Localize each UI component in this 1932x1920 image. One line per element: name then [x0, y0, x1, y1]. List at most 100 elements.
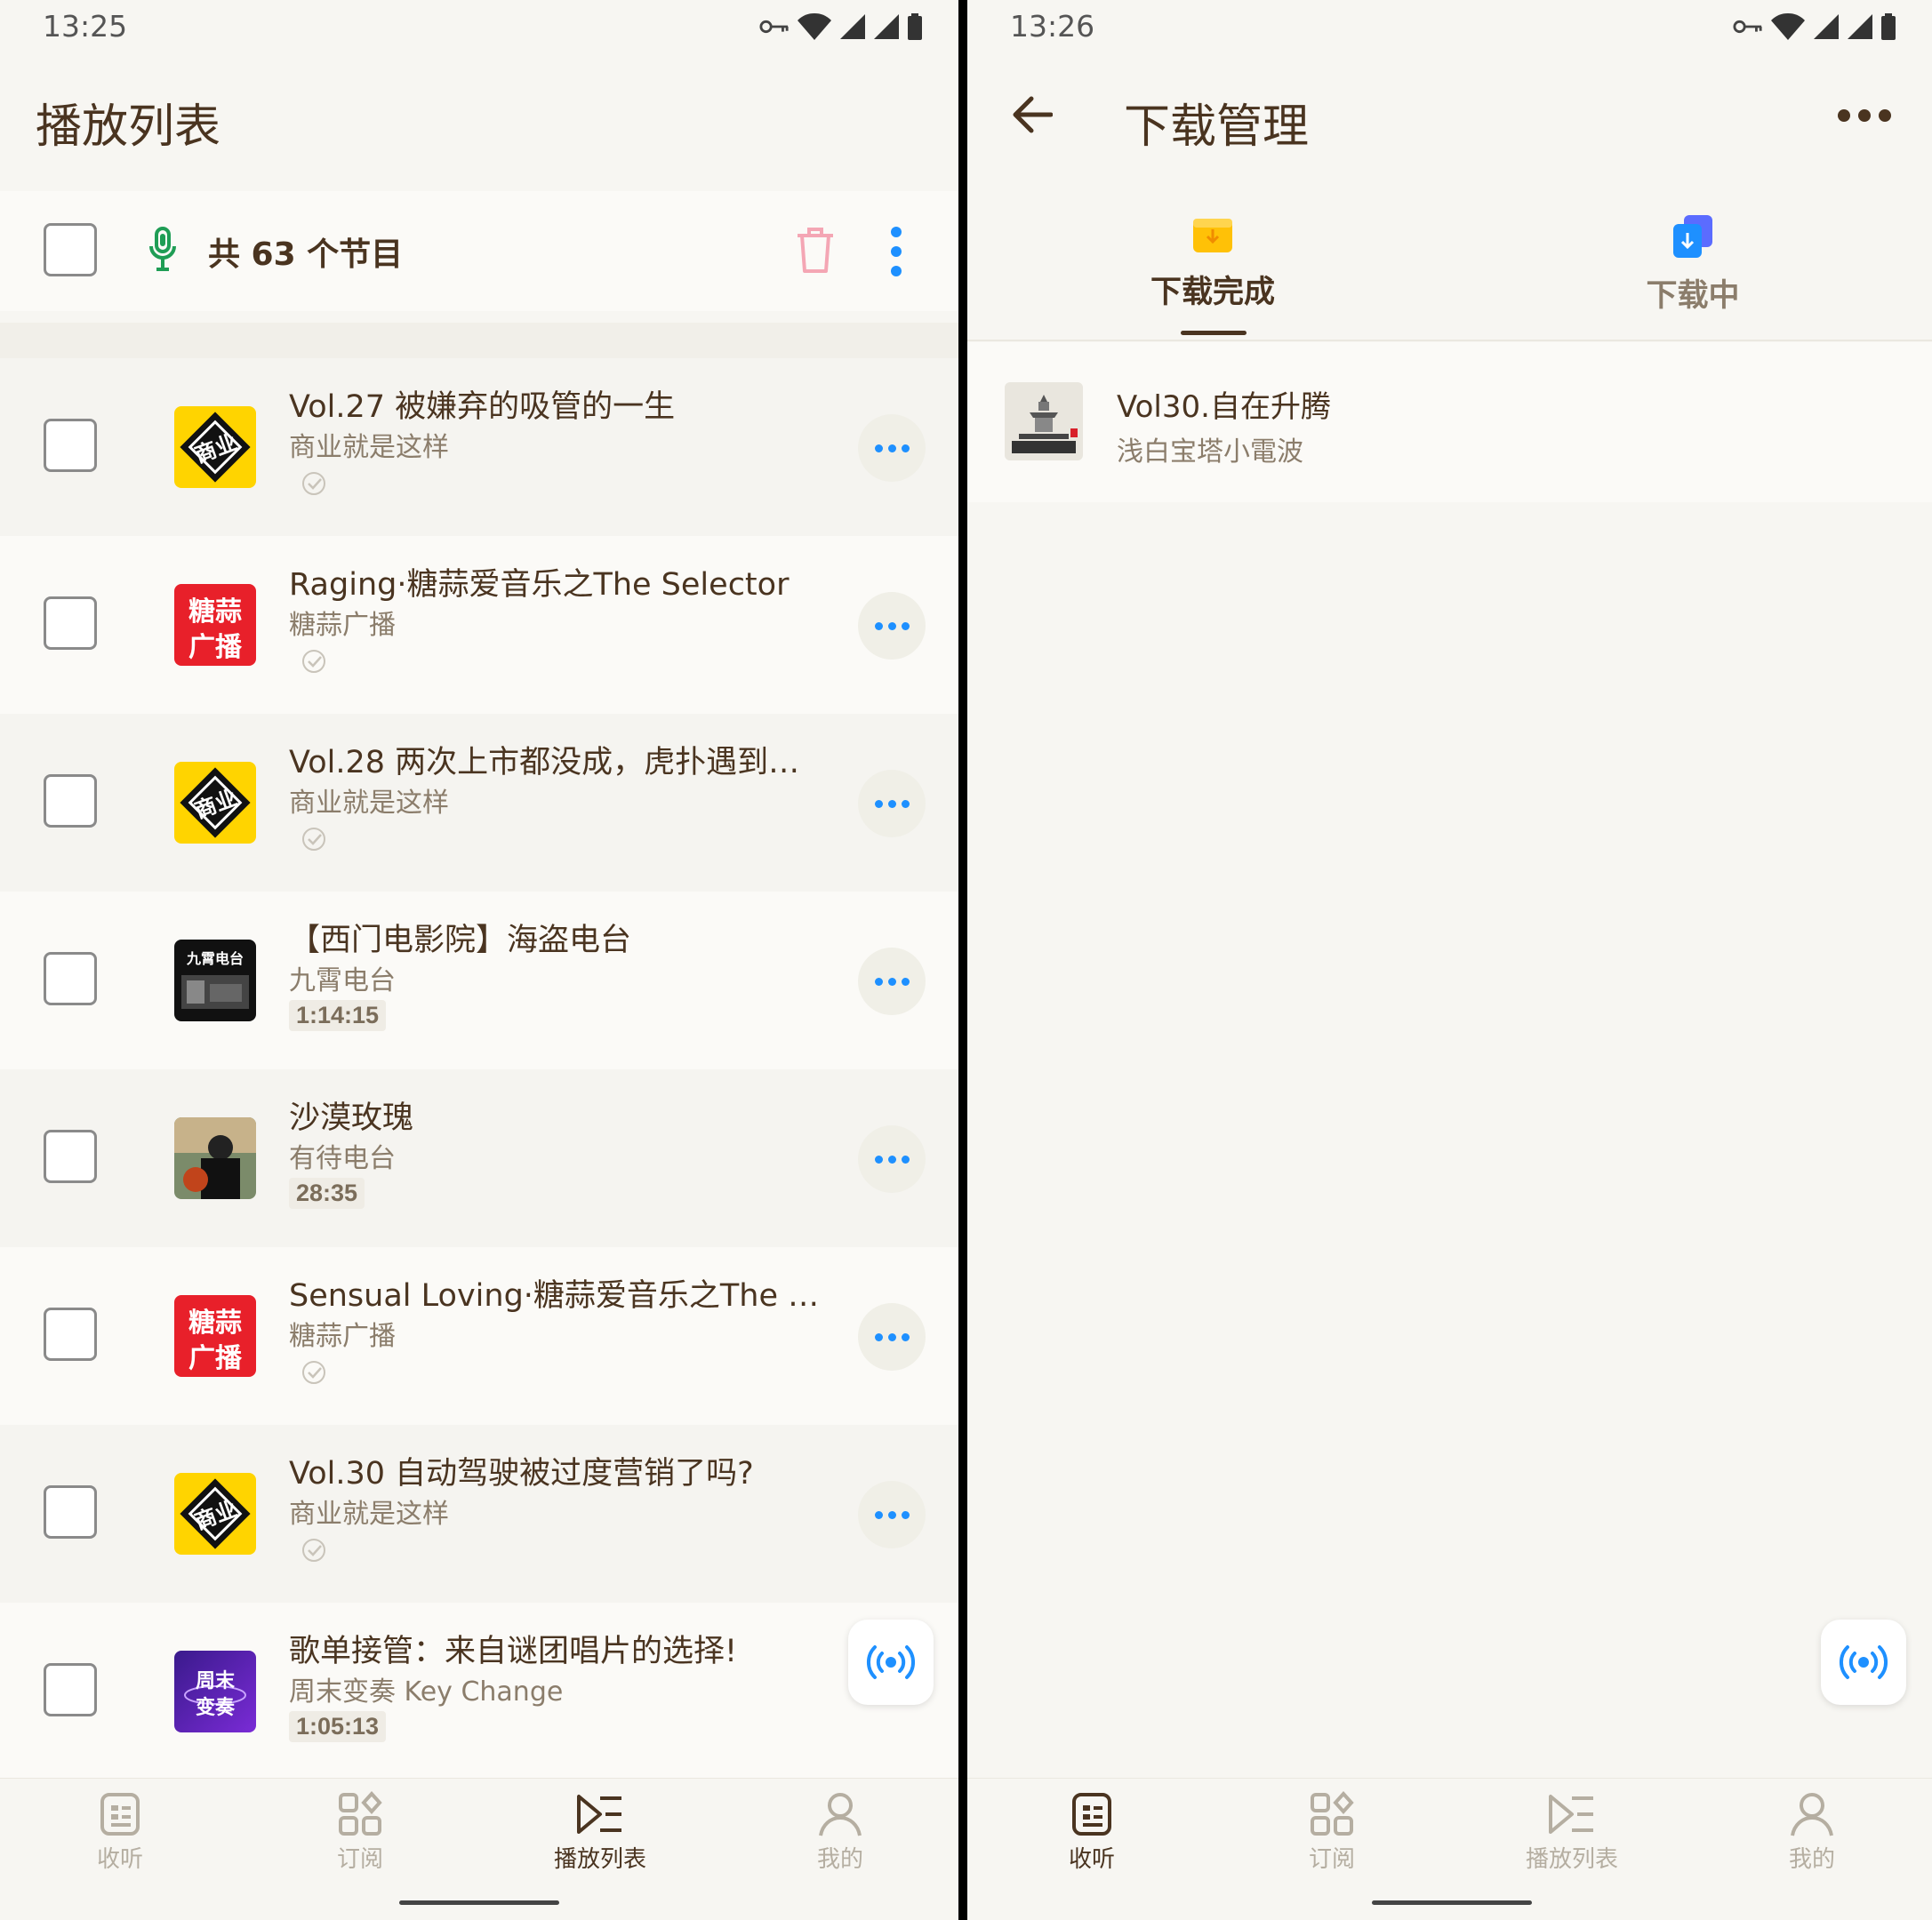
episode-title: 沙漠玫瑰 [289, 1100, 414, 1136]
duration-badge: 28:35 [289, 1178, 365, 1209]
status-icons [1733, 11, 1896, 43]
episode-checkbox[interactable] [44, 952, 97, 1005]
nav-me[interactable]: 我的 [769, 1791, 911, 1874]
episode-row[interactable]: 商业 Vol.30 自动驾驶被过度营销了吗? 商业就是这样 [0, 1425, 958, 1603]
trash-icon[interactable] [794, 225, 837, 275]
nav-listen[interactable]: 收听 [1021, 1791, 1163, 1874]
playlist-screen: 13:25 播放列表 共 63 个节目 商业 Vol.27 被嫌弃的吸管的一生 … [0, 0, 958, 1920]
nav-playlist[interactable]: 播放列表 [1501, 1791, 1643, 1874]
episode-title: 【西门电影院】海盗电台 [289, 923, 632, 958]
dot [887, 621, 896, 630]
profile-icon [817, 1791, 863, 1837]
episode-more-button[interactable] [858, 1481, 926, 1548]
episode-checkbox[interactable] [44, 1663, 97, 1716]
dot [874, 621, 883, 630]
dot [901, 444, 910, 452]
nav-playlist[interactable]: 播放列表 [529, 1791, 671, 1874]
episode-more-button[interactable] [858, 592, 926, 660]
nav-label: 收听 [96, 1846, 143, 1873]
episode-more-button[interactable] [858, 1125, 926, 1193]
episode-more-button[interactable] [858, 1303, 926, 1371]
episode-list: 商业 Vol.27 被嫌弃的吸管的一生 商业就是这样 糖蒜 广播 Raging·… [0, 358, 958, 1780]
played-check-icon [301, 648, 327, 675]
signal-icon [839, 13, 866, 40]
episode-checkbox[interactable] [44, 596, 97, 650]
episode-checkbox[interactable] [44, 1130, 97, 1183]
nav-listen[interactable]: 收听 [49, 1791, 191, 1874]
episode-title: Vol.27 被嫌弃的吸管的一生 [289, 389, 676, 425]
more-options-icon[interactable] [1837, 108, 1892, 123]
dot [874, 1510, 883, 1519]
episode-row[interactable]: 周末 变奏 歌单接管：来自谜团唱片的选择! 周末变奏 Key Change 1:… [0, 1603, 958, 1780]
listen-icon [99, 1791, 141, 1837]
dot [887, 1332, 896, 1341]
back-arrow-icon[interactable] [1012, 96, 1053, 133]
download-tabs: 下载完成 下载中 [967, 196, 1932, 341]
duration-badge: 1:14:15 [289, 1000, 387, 1031]
dot [874, 1332, 883, 1341]
tangsuan-cover-icon: 糖蒜 广播 [174, 1295, 256, 1377]
episode-title: Sensual Loving·糖蒜爱音乐之The Se... [289, 1278, 822, 1314]
now-playing-button[interactable] [848, 1620, 934, 1705]
episode-more-button[interactable] [858, 414, 926, 482]
select-all-checkbox[interactable] [44, 223, 97, 276]
nav-label: 订阅 [1308, 1846, 1355, 1873]
dot [901, 1510, 910, 1519]
episode-title: Raging·糖蒜爱音乐之The Selector [289, 567, 790, 603]
nav-subscriptions[interactable]: 订阅 [289, 1791, 431, 1874]
episode-checkbox[interactable] [44, 1308, 97, 1361]
microphone-icon [149, 227, 176, 271]
episode-more-button[interactable] [858, 770, 926, 837]
episode-more-button[interactable] [858, 948, 926, 1015]
status-bar: 13:26 [967, 0, 1932, 57]
nav-label: 订阅 [336, 1846, 383, 1873]
shangye-cover-icon: 商业 [174, 406, 256, 488]
wifi-icon [1770, 12, 1806, 41]
cover-text: 糖蒜 [188, 596, 242, 628]
home-indicator [399, 1900, 559, 1905]
cover-text: 广播 [188, 1343, 242, 1374]
episode-row[interactable]: 糖蒜 广播 Sensual Loving·糖蒜爱音乐之The Se... 糖蒜广… [0, 1247, 958, 1425]
profile-icon [1789, 1791, 1835, 1837]
home-indicator [1372, 1900, 1532, 1905]
nav-subscriptions[interactable]: 订阅 [1261, 1791, 1403, 1874]
battery-icon [907, 13, 923, 40]
download-manager-screen: 13:26 下载管理 下载完成 下载中 Vol30.自在升腾 浅白宝塔小電波 收… [967, 0, 1932, 1920]
dot [901, 621, 910, 630]
episode-row[interactable]: 沙漠玫瑰 有待电台 28:35 [0, 1069, 958, 1247]
episode-checkbox[interactable] [44, 419, 97, 472]
cover-text: 变奏 [195, 1697, 235, 1719]
bottom-nav: 收听 订阅 播放列表 我的 [0, 1778, 958, 1920]
page-title: 下载管理 [1124, 100, 1310, 154]
episode-row[interactable]: 糖蒜 广播 Raging·糖蒜爱音乐之The Selector 糖蒜广播 [0, 536, 958, 714]
episode-row[interactable]: 商业 Vol.27 被嫌弃的吸管的一生 商业就是这样 [0, 358, 958, 536]
status-time: 13:26 [1010, 9, 1095, 44]
episode-checkbox[interactable] [44, 1485, 97, 1539]
podcast-name: 周末变奏 Key Change [289, 1676, 564, 1708]
dot [901, 799, 910, 808]
overflow-menu-icon[interactable] [886, 225, 907, 278]
playlist-summary-bar: 共 63 个节目 [0, 191, 958, 311]
shangye-cover-icon: 商业 [174, 762, 256, 844]
podcast-name: 九霄电台 [289, 965, 396, 996]
episode-row[interactable]: 商业 Vol.28 两次上市都没成，虎扑遇到什... 商业就是这样 [0, 714, 958, 892]
podcast-name: 糖蒜广播 [289, 1321, 396, 1352]
now-playing-button[interactable] [1821, 1620, 1906, 1705]
dot [887, 1155, 896, 1164]
download-title: Vol30.自在升腾 [1117, 389, 1331, 425]
tab-downloaded[interactable]: 下载完成 [1079, 213, 1346, 312]
podcast-name: 有待电台 [289, 1143, 396, 1174]
wifi-icon [797, 12, 832, 41]
download-podcast: 浅白宝塔小電波 [1117, 436, 1303, 468]
tab-downloading[interactable]: 下载中 [1559, 213, 1826, 316]
episode-checkbox[interactable] [44, 774, 97, 828]
episode-title: 歌单接管：来自谜团唱片的选择! [289, 1634, 738, 1669]
dot [901, 1155, 910, 1164]
nav-me[interactable]: 我的 [1741, 1791, 1883, 1874]
episode-row[interactable]: 九霄电台 【西门电影院】海盗电台 九霄电台 1:14:15 [0, 892, 958, 1069]
download-item[interactable]: Vol30.自在升腾 浅白宝塔小電波 [967, 342, 1932, 502]
youdai-cover-icon [174, 1117, 256, 1199]
dot [887, 977, 896, 986]
status-bar: 13:25 [0, 0, 958, 57]
cover-text: 糖蒜 [188, 1308, 242, 1339]
